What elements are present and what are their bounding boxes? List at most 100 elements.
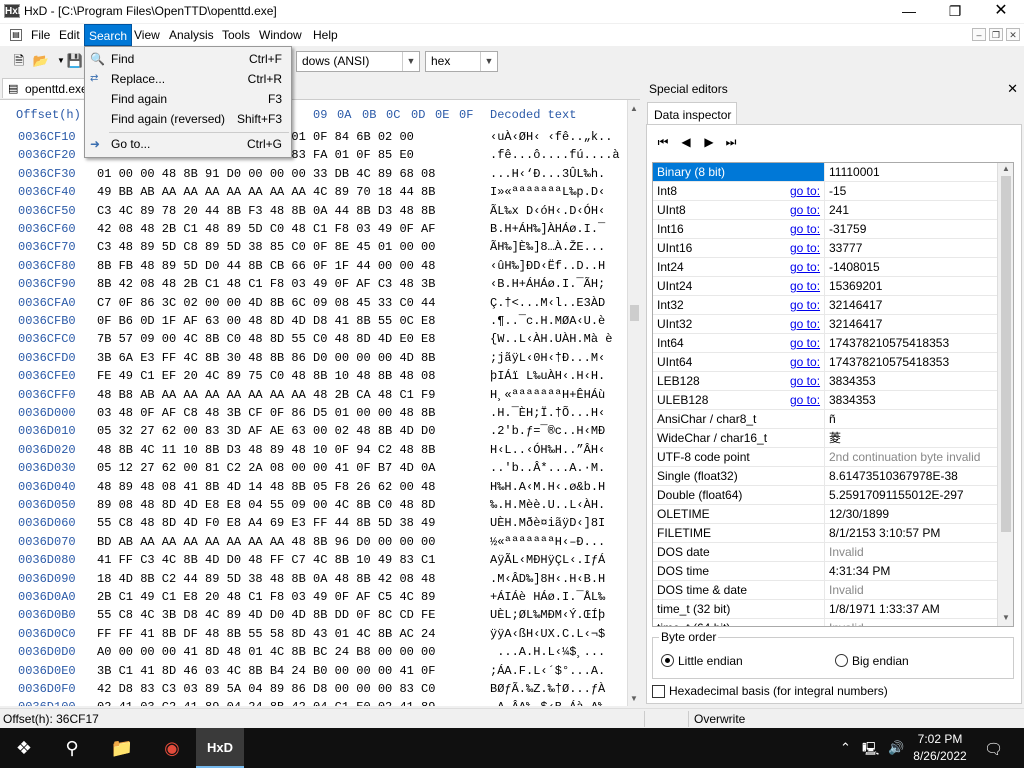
goto-link[interactable]: go to: bbox=[790, 201, 820, 219]
row-bytes[interactable]: FE 49 C1 EF 20 4C 89 75 C0 48 8B 10 48 8… bbox=[97, 367, 435, 385]
row-bytes[interactable]: 8B FB 48 89 5D D0 44 8B CB 66 0F 1F 44 0… bbox=[97, 257, 435, 275]
chevron-up-icon[interactable]: ⌃ bbox=[840, 740, 851, 756]
inspector-value[interactable]: 11110001 bbox=[824, 163, 998, 181]
row-bytes[interactable]: 41 FF C3 4C 8B 4D D0 48 FF C7 4C 8B 10 4… bbox=[97, 551, 435, 569]
row-bytes[interactable]: 49 BB AB AA AA AA AA AA AA AA 4C 89 70 1… bbox=[97, 183, 435, 201]
hex-row[interactable]: 0036CF70 C3 48 89 5D C8 89 5D 38 85 C0 0F… bbox=[0, 238, 625, 256]
hex-row[interactable]: 0036D0B0 55 C8 4C 3B D8 4C 89 4D D0 4D 8B… bbox=[0, 606, 625, 624]
goto-link[interactable]: go to: bbox=[790, 258, 820, 276]
goto-link[interactable]: go to: bbox=[790, 315, 820, 333]
goto-link[interactable]: go to: bbox=[790, 296, 820, 314]
hex-row[interactable]: 0036D100 02 41 03 C2 41 89 04 24 8B 42 04… bbox=[0, 698, 625, 706]
charset-select[interactable]: dows (ANSI) ▼ bbox=[296, 51, 420, 72]
row-bytes[interactable]: 48 B8 AB AA AA AA AA AA AA AA 48 2B CA 4… bbox=[97, 386, 435, 404]
inspector-value[interactable]: Invalid bbox=[824, 581, 998, 599]
row-bytes[interactable]: FF FF 41 8B DF 48 8B 55 58 8D 43 01 4C 8… bbox=[97, 625, 435, 643]
hex-row[interactable]: 0036CFB0 0F B6 0D 1F AF 63 00 48 8D 4D D8… bbox=[0, 312, 625, 330]
inspector-row[interactable]: Double (float64) 5.25917091155012E-297 bbox=[653, 486, 998, 505]
row-decoded-text[interactable]: ‹ûH‰]ÐD‹Ëf..D..H bbox=[490, 257, 605, 275]
hex-row[interactable]: 0036CFF0 48 B8 AB AA AA AA AA AA AA AA 48… bbox=[0, 386, 625, 404]
menu-analysis[interactable]: Analysis bbox=[165, 24, 218, 46]
notification-icon[interactable]: 🗨 bbox=[984, 740, 1003, 758]
inspector-row[interactable]: UInt32 go to: 32146417 bbox=[653, 315, 998, 334]
row-bytes[interactable]: 2B C1 49 C1 E8 20 48 C1 F8 03 49 0F AF C… bbox=[97, 588, 435, 606]
menu-item-find[interactable]: 🔍 Find Ctrl+F bbox=[86, 49, 290, 69]
row-bytes[interactable]: 48 8B 4C 11 10 8B D3 48 89 48 10 0F 94 C… bbox=[97, 441, 435, 459]
hex-row[interactable]: 0036D080 41 FF C3 4C 8B 4D D0 48 FF C7 4C… bbox=[0, 551, 625, 569]
row-bytes[interactable]: 55 C8 48 8D 4D F0 E8 A4 69 E3 FF 44 8B 5… bbox=[97, 514, 435, 532]
row-decoded-text[interactable]: ‹uÀ‹ØH‹ ‹fê..„k.. bbox=[490, 128, 612, 146]
goto-link[interactable]: go to: bbox=[790, 353, 820, 371]
network-icon[interactable]: 🖳 bbox=[862, 740, 879, 762]
row-decoded-text[interactable]: UÈH.Mðè¤iãÿD‹]8I bbox=[490, 514, 605, 532]
goto-link[interactable]: go to: bbox=[790, 391, 820, 409]
row-decoded-text[interactable]: ..'b..Â*...A.·M. bbox=[490, 459, 605, 477]
file-explorer-icon[interactable]: 📁 bbox=[98, 728, 146, 768]
goto-link[interactable]: go to: bbox=[790, 182, 820, 200]
hex-row[interactable]: 0036D030 05 12 27 62 00 81 C2 2A 08 00 00… bbox=[0, 459, 625, 477]
row-bytes[interactable]: A0 00 00 00 41 8D 48 01 4C 8B BC 24 B8 0… bbox=[97, 643, 435, 661]
inspector-value[interactable]: 3834353 bbox=[824, 391, 998, 409]
row-decoded-text[interactable]: ÃL‰x D‹óH‹.D‹ÓH‹ bbox=[490, 202, 605, 220]
goto-link[interactable]: go to: bbox=[790, 372, 820, 390]
menu-search[interactable]: Search bbox=[84, 24, 133, 46]
row-decoded-text[interactable]: þIÁï L‰uÀH‹.H‹H. bbox=[490, 367, 605, 385]
inspector-value[interactable]: Invalid bbox=[824, 619, 998, 626]
row-decoded-text[interactable]: AÿÃL‹MÐHÿÇL‹.IƒÁ bbox=[490, 551, 605, 569]
row-bytes[interactable]: C3 48 89 5D C8 89 5D 38 85 C0 0F 8E 45 0… bbox=[97, 238, 435, 256]
hex-row[interactable]: 0036CF60 42 08 48 2B C1 48 89 5D C0 48 C1… bbox=[0, 220, 625, 238]
hex-editor-pane[interactable]: Offset(h) 09 0A 0B 0C 0D 0E 0F Decoded t… bbox=[0, 99, 640, 706]
row-decoded-text[interactable]: UÈL;ØL‰MÐM‹Ý.ŒÍþ bbox=[490, 606, 605, 624]
file-tab[interactable]: ▤ openttd.exe bbox=[2, 78, 88, 98]
menu-view[interactable]: View bbox=[130, 24, 164, 46]
inspector-row[interactable]: WideChar / char16_t 菱 bbox=[653, 429, 998, 448]
hex-row[interactable]: 0036CF50 C3 4C 89 78 20 44 8B F3 48 8B 0A… bbox=[0, 202, 625, 220]
close-icon[interactable]: ✕ bbox=[1007, 81, 1018, 97]
chrome-icon[interactable]: ◉ bbox=[148, 728, 196, 768]
inspector-row[interactable]: Int24 go to: -1408015 bbox=[653, 258, 998, 277]
row-decoded-text[interactable]: ‹B.H+ÁHÁø.I.¯ÃH; bbox=[490, 275, 605, 293]
row-decoded-text[interactable]: ;jãÿL‹0H‹†Ð...M‹ bbox=[490, 349, 605, 367]
hex-row[interactable]: 0036CFA0 C7 0F 86 3C 02 00 00 4D 8B 6C 09… bbox=[0, 294, 625, 312]
inspector-row[interactable]: Int16 go to: -31759 bbox=[653, 220, 998, 239]
new-file-icon[interactable]: 🗎 bbox=[10, 52, 28, 69]
last-icon[interactable]: ⏭ bbox=[724, 135, 738, 149]
hex-row[interactable]: 0036D0F0 42 D8 83 C3 03 89 5A 04 89 86 D8… bbox=[0, 680, 625, 698]
tab-data-inspector[interactable]: Data inspector bbox=[647, 102, 737, 125]
minimize-icon[interactable]: — bbox=[886, 0, 932, 23]
inspector-row[interactable]: ULEB128 go to: 3834353 bbox=[653, 391, 998, 410]
row-decoded-text[interactable]: I»«ªªªªªªªL‰p.D‹ bbox=[490, 183, 605, 201]
inspector-value[interactable]: 8.61473510367978E-38 bbox=[824, 467, 998, 485]
inspector-row[interactable]: DOS time 4:31:34 PM bbox=[653, 562, 998, 581]
inspector-row[interactable]: time_t (32 bit) 1/8/1971 1:33:37 AM bbox=[653, 600, 998, 619]
goto-link[interactable]: go to: bbox=[790, 277, 820, 295]
hex-row[interactable]: 0036CFE0 FE 49 C1 EF 20 4C 89 75 C0 48 8B… bbox=[0, 367, 625, 385]
row-decoded-text[interactable]: B.H+ÁH‰]ÀHÁø.I.¯ bbox=[490, 220, 605, 238]
hex-row[interactable]: 0036D090 18 4D 8B C2 44 89 5D 38 48 8B 0A… bbox=[0, 570, 625, 588]
menu-item-replace[interactable]: ⇄ Replace... Ctrl+R bbox=[86, 69, 290, 89]
row-decoded-text[interactable]: +ÁIÁè HÁø.I.¯ÅL‰ bbox=[490, 588, 605, 606]
row-decoded-text[interactable]: H‰H.A‹M.H‹.ø&b.H bbox=[490, 478, 605, 496]
hex-row[interactable]: 0036D070 BD AB AA AA AA AA AA AA AA 48 8B… bbox=[0, 533, 625, 551]
inspector-value[interactable]: -15 bbox=[824, 182, 998, 200]
menu-file[interactable]: File bbox=[27, 24, 54, 46]
inspector-row[interactable]: AnsiChar / char8_t ñ bbox=[653, 410, 998, 429]
hex-row[interactable]: 0036D0D0 A0 00 00 00 41 8D 48 01 4C 8B BC… bbox=[0, 643, 625, 661]
menu-window[interactable]: Window bbox=[255, 24, 306, 46]
inspector-row[interactable]: UInt8 go to: 241 bbox=[653, 201, 998, 220]
previous-icon[interactable]: ◀ bbox=[679, 135, 693, 149]
row-decoded-text[interactable]: ‰.H.Mèè.U..L‹ÀH. bbox=[490, 496, 605, 514]
inspector-value[interactable]: 32146417 bbox=[824, 296, 998, 314]
inspector-value[interactable]: 241 bbox=[824, 201, 998, 219]
row-decoded-text[interactable]: BØƒÃ.‰Z.‰†Ø...ƒÀ bbox=[490, 680, 605, 698]
row-bytes[interactable]: 55 C8 4C 3B D8 4C 89 4D D0 4D 8B DD 0F 8… bbox=[97, 606, 435, 624]
search-icon[interactable]: ⚲ bbox=[48, 728, 96, 768]
inspector-value[interactable]: 2nd continuation byte invalid bbox=[824, 448, 998, 466]
display-mode-select[interactable]: hex ▼ bbox=[425, 51, 498, 72]
hex-row[interactable]: 0036CF30 01 00 00 48 8B 91 D0 00 00 00 33… bbox=[0, 165, 625, 183]
row-decoded-text[interactable]: .A.ÂA‰.$‹B.Áà.A‰ bbox=[490, 698, 605, 706]
inspector-row[interactable]: time_t (64 bit)Invalid bbox=[653, 619, 998, 626]
close-icon[interactable]: ✕ bbox=[978, 0, 1024, 23]
menu-item-find-again-reversed[interactable]: Find again (reversed) Shift+F3 bbox=[86, 109, 290, 129]
hex-row[interactable]: 0036D0A0 2B C1 49 C1 E8 20 48 C1 F8 03 49… bbox=[0, 588, 625, 606]
